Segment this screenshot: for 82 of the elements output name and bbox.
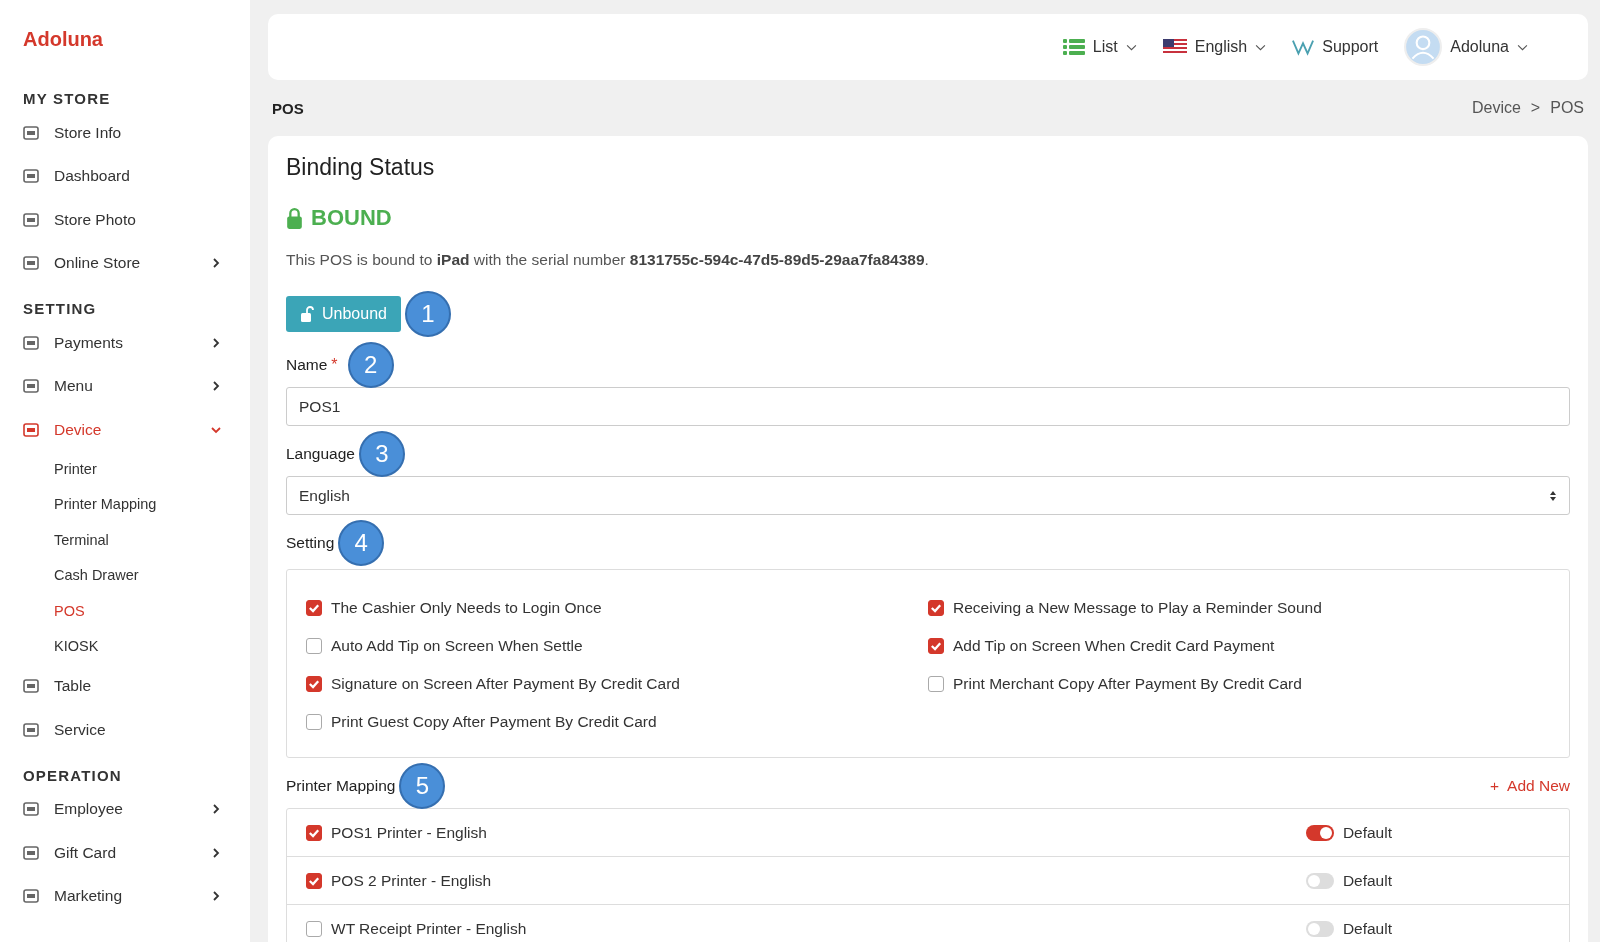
caret-icon (1517, 43, 1528, 51)
avatar-icon (1404, 28, 1443, 66)
language-select[interactable]: English (286, 476, 1570, 515)
sidebar-item[interactable]: Employee (0, 787, 250, 831)
checkbox-label: Signature on Screen After Payment By Credit Card (331, 675, 680, 693)
language-menu[interactable]: English (1162, 38, 1267, 56)
sidebar-section-heading: MY STORE (23, 89, 112, 109)
printer-name: POS 2 Printer - English (331, 871, 493, 890)
callout-badge: 3 (358, 431, 405, 477)
w-logo-icon (1292, 38, 1315, 56)
support-link[interactable]: Support (1292, 38, 1379, 56)
callout-badge: 4 (338, 520, 385, 566)
checkbox[interactable] (306, 872, 322, 889)
printer-name: WT Receipt Printer - English (331, 919, 528, 938)
sidebar-item[interactable]: Store Photo (0, 198, 250, 242)
checkbox[interactable] (928, 676, 944, 692)
checkbox-label: Print Guest Copy After Payment By Credit Card (331, 713, 657, 731)
checkbox[interactable] (306, 676, 322, 692)
callout-badge: 5 (399, 763, 446, 809)
sidebar-section-heading: OPERATION (23, 765, 123, 786)
toggle-switch[interactable] (1305, 872, 1334, 889)
caret-icon (1255, 43, 1267, 51)
sidebar-subitem[interactable]: KIOSK (0, 629, 204, 665)
checkbox-label: The Cashier Only Needs to Login Once (331, 599, 602, 617)
status-text: BOUND (311, 205, 392, 231)
sidebar-item[interactable]: Online Store (0, 241, 250, 285)
callout-badge: 2 (347, 342, 394, 388)
user-menu[interactable]: Adoluna (1404, 28, 1528, 66)
checkbox-label: Auto Add Tip on Screen When Settle (331, 637, 583, 655)
lock-icon (286, 206, 303, 230)
toggle-label: Default (1342, 823, 1392, 842)
sidebar-subitem[interactable]: Printer Mapping (0, 487, 204, 523)
checkbox[interactable] (306, 600, 322, 616)
sidebar-item[interactable]: Device (0, 408, 250, 452)
sidebar-subitem[interactable]: POS (0, 593, 204, 629)
unlock-icon (300, 305, 314, 323)
sidebar-subitem[interactable]: Terminal (0, 522, 204, 558)
toggle-switch[interactable] (1305, 920, 1334, 937)
field-label: Printer Mapping (286, 777, 396, 795)
checkbox-label: Add Tip on Screen When Credit Card Payment (953, 637, 1275, 655)
required-mark: * (331, 356, 338, 374)
breadcrumb-item: POS (1550, 99, 1584, 117)
name-field[interactable]: POS1 (286, 387, 1570, 426)
callout-badge: 1 (404, 291, 451, 337)
sort-arrows-icon (1549, 489, 1557, 502)
view-menu[interactable]: List (1062, 38, 1137, 56)
sidebar-item[interactable]: Payments (0, 321, 250, 365)
checkbox[interactable] (306, 714, 322, 730)
toggle-switch[interactable] (1305, 824, 1334, 841)
checkbox[interactable] (306, 920, 322, 937)
binding-description: This POS is bound to iPad with the serial number 8131755c-594c-47d5-89d5-29aa7fa84389. (286, 251, 930, 269)
card-title: Binding Status (286, 154, 436, 181)
checkbox-label: Print Merchant Copy After Payment By Credit Card (953, 675, 1302, 693)
sidebar-item[interactable]: Menu (0, 364, 250, 408)
sidebar-subitem[interactable]: Printer (0, 451, 204, 487)
toggle-label: Default (1342, 871, 1392, 890)
sidebar-item[interactable]: Store Info (0, 111, 250, 155)
flag-icon (1162, 39, 1187, 55)
checkbox[interactable] (306, 824, 322, 841)
breadcrumb-item[interactable]: Device (1471, 99, 1521, 117)
caret-icon (1125, 43, 1137, 51)
sidebar-subitem[interactable]: Cash Drawer (0, 558, 204, 594)
brand-logo[interactable]: Adoluna (23, 26, 103, 52)
sidebar-item[interactable]: Table (0, 664, 250, 708)
toggle-label: Default (1342, 919, 1392, 938)
checkbox[interactable] (306, 638, 322, 654)
sidebar-section-heading: SETTING (23, 299, 98, 319)
field-label: Setting (286, 534, 335, 552)
add-new-link[interactable]: + Add New (1490, 777, 1570, 795)
checkbox-label: Receiving a New Message to Play a Reminder Sound (953, 599, 1322, 617)
list-icon (1062, 38, 1085, 56)
sidebar-item[interactable]: Service (0, 708, 250, 752)
breadcrumb-item: > (1530, 99, 1541, 117)
sidebar-item[interactable]: Marketing (0, 874, 250, 918)
printer-name: POS1 Printer - English (331, 823, 488, 842)
field-label: Name (286, 356, 328, 374)
checkbox[interactable] (928, 638, 944, 654)
sidebar-item[interactable]: Gift Card (0, 831, 250, 875)
checkbox[interactable] (928, 600, 944, 616)
field-label: Language (286, 445, 355, 463)
sidebar-item[interactable]: Dashboard (0, 154, 250, 198)
page-title: POS (272, 99, 304, 117)
